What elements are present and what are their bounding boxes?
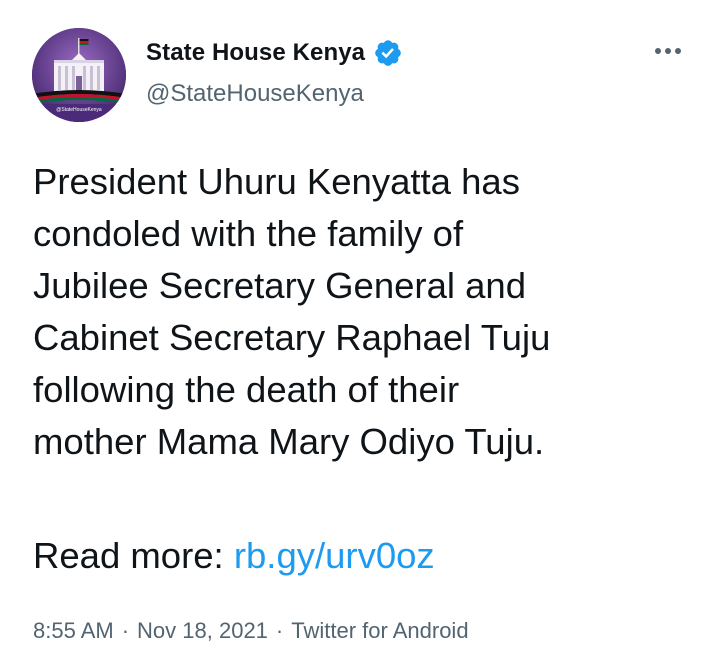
tweet-card: @StateHouseKenya State House Kenya @Stat…	[0, 0, 720, 656]
display-name[interactable]: State House Kenya	[146, 39, 365, 67]
more-horizontal-icon	[655, 48, 681, 54]
read-more-label: Read more:	[33, 535, 234, 576]
state-house-avatar-image: @StateHouseKenya	[32, 28, 126, 122]
avatar[interactable]: @StateHouseKenya	[32, 28, 126, 122]
meta-separator: ·	[275, 618, 284, 643]
tweet-text-line: Cabinet Secretary Raphael Tuju	[33, 317, 551, 358]
tweet-text-line: following the death of their	[33, 369, 460, 410]
read-more-line: Read more: rb.gy/urv0oz	[33, 530, 435, 582]
more-options-button[interactable]	[650, 38, 686, 64]
author-name-row: State House Kenya	[146, 38, 403, 68]
tweet-text-line: President Uhuru Kenyatta has	[33, 161, 520, 202]
tweet-link[interactable]: rb.gy/urv0oz	[234, 535, 435, 576]
tweet-meta: 8:55 AM · Nov 18, 2021 · Twitter for And…	[33, 618, 469, 644]
avatar-caption: @StateHouseKenya	[56, 107, 102, 113]
tweet-text-line: mother Mama Mary Odiyo Tuju.	[33, 421, 545, 462]
tweet-text-line: condoled with the family of	[33, 213, 464, 254]
meta-separator: ·	[121, 618, 130, 643]
tweet-source[interactable]: Twitter for Android	[291, 618, 468, 644]
author-handle[interactable]: @StateHouseKenya	[146, 80, 364, 108]
tweet-text: President Uhuru Kenyatta has condoled wi…	[33, 156, 693, 468]
tweet-date[interactable]: Nov 18, 2021	[137, 618, 268, 644]
tweet-text-line: Jubilee Secretary General and	[33, 265, 527, 306]
tweet-time[interactable]: 8:55 AM	[33, 618, 114, 644]
verified-badge-icon	[373, 38, 403, 68]
